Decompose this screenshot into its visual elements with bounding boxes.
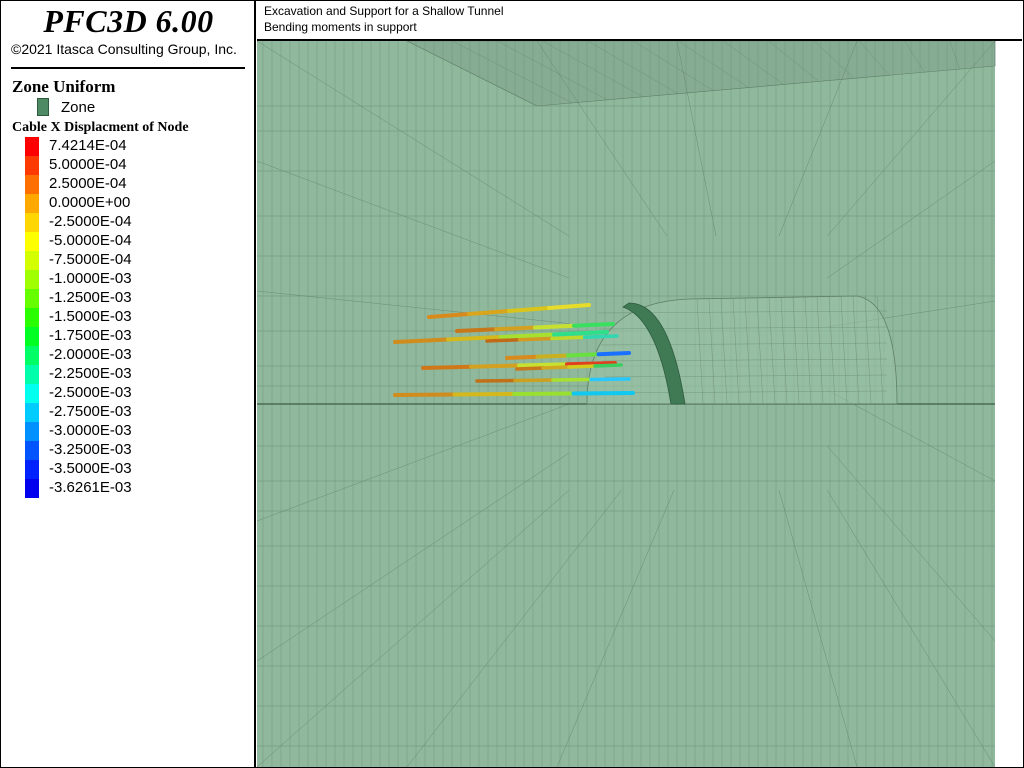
cable-segment — [421, 364, 473, 370]
color-scale-label: -2.7500E-03 — [49, 403, 132, 420]
color-scale-swatch — [25, 270, 39, 289]
color-scale-label: 2.5000E-04 — [49, 175, 127, 192]
cable-segment — [494, 325, 537, 332]
zone-color-swatch — [37, 98, 49, 116]
color-scale-label: -2.0000E-03 — [49, 346, 132, 363]
app-title: PFC3D 6.00 — [43, 3, 214, 39]
tunnel-excavation — [586, 295, 898, 405]
cable-segment — [566, 352, 601, 358]
cable-segment — [515, 366, 545, 371]
color-scale-swatch — [25, 365, 39, 384]
plot-title: Excavation and Support for a Shallow Tun… — [264, 4, 504, 18]
color-scale-swatch — [25, 479, 39, 498]
plot-subtitle: Bending moments in support — [264, 20, 417, 34]
color-scale-swatch — [25, 327, 39, 346]
color-scale-swatch — [25, 441, 39, 460]
color-scale-label: -5.0000E-04 — [49, 232, 132, 249]
cable-segment — [541, 365, 571, 370]
cable-segment — [513, 378, 555, 383]
color-scale-swatch — [25, 156, 39, 175]
color-scale-swatch — [25, 346, 39, 365]
color-scale-swatch — [25, 384, 39, 403]
legend-panel: PFC3D 6.00 ©2021 Itasca Consulting Group… — [1, 1, 256, 767]
color-scale-swatch — [25, 460, 39, 479]
cable-segment — [552, 330, 609, 337]
cable-segment — [550, 335, 587, 341]
cable-segment — [533, 323, 576, 330]
copyright-text: ©2021 Itasca Consulting Group, Inc. — [11, 41, 237, 57]
cable-element — [475, 377, 631, 383]
color-scale-swatch — [25, 308, 39, 327]
tunnel-model-view[interactable] — [257, 41, 1022, 767]
cable-segment — [393, 392, 457, 397]
color-scale-label: -1.5000E-03 — [49, 308, 132, 325]
color-scale-swatch — [25, 251, 39, 270]
color-scale-label: -3.2500E-03 — [49, 441, 132, 458]
cable-segment — [475, 378, 517, 383]
plot-title-bar: Excavation and Support for a Shallow Tun… — [257, 1, 1022, 41]
cable-segment — [485, 338, 522, 343]
zone-legend-heading: Zone Uniform — [12, 77, 116, 96]
cable-segment — [582, 334, 619, 339]
color-scale-swatch — [25, 403, 39, 422]
color-scale-swatch — [25, 232, 39, 251]
color-scale-label: -7.5000E-04 — [49, 251, 132, 268]
color-scale-swatch — [25, 175, 39, 194]
zone-legend-item: Zone — [61, 99, 96, 116]
cable-segment — [596, 351, 631, 357]
color-scale-label: -2.5000E-03 — [49, 384, 132, 401]
viewport-margin — [995, 41, 1022, 767]
color-scale-swatch — [25, 422, 39, 441]
cable-legend-heading: Cable X Displacment of Node — [12, 120, 189, 135]
color-scale-label: 7.4214E-04 — [49, 137, 127, 154]
color-scale-label: -3.5000E-03 — [49, 460, 132, 477]
color-scale-label: -1.7500E-03 — [49, 327, 132, 344]
cable-segment — [593, 363, 623, 368]
cable-segment — [469, 363, 521, 369]
color-scale-label: -2.2500E-03 — [49, 365, 132, 382]
cable-segment — [567, 364, 597, 369]
color-scale-swatch — [25, 137, 39, 156]
cable-segment — [455, 327, 498, 333]
cable-segment — [499, 332, 556, 339]
color-scale-label: -1.2500E-03 — [49, 289, 132, 306]
cable-segment — [572, 322, 615, 328]
cable-segment — [512, 391, 576, 396]
cable-element — [393, 391, 635, 397]
color-scale-label: 0.0000E+00 — [49, 194, 131, 211]
legend-divider — [11, 67, 245, 69]
cable-segment — [571, 391, 635, 396]
model-viewport[interactable] — [257, 41, 1022, 767]
cable-segment — [517, 336, 554, 342]
cable-segment — [393, 337, 450, 344]
color-scale-label: 5.0000E-04 — [49, 156, 127, 173]
color-scale-swatch — [25, 194, 39, 213]
color-scale-swatch — [25, 289, 39, 308]
color-scale-label: -1.0000E-03 — [49, 270, 132, 287]
cable-segment — [452, 392, 516, 397]
color-scale-label: -2.5000E-04 — [49, 213, 132, 230]
cable-segment — [505, 354, 540, 360]
cable-segment — [589, 377, 631, 382]
cable-segment — [551, 377, 593, 382]
cable-segment — [517, 362, 569, 368]
color-scale-label: -3.0000E-03 — [49, 422, 132, 439]
color-scale-label: -3.6261E-03 — [49, 479, 132, 496]
color-scale-swatch — [25, 213, 39, 232]
cable-segment — [535, 353, 570, 359]
